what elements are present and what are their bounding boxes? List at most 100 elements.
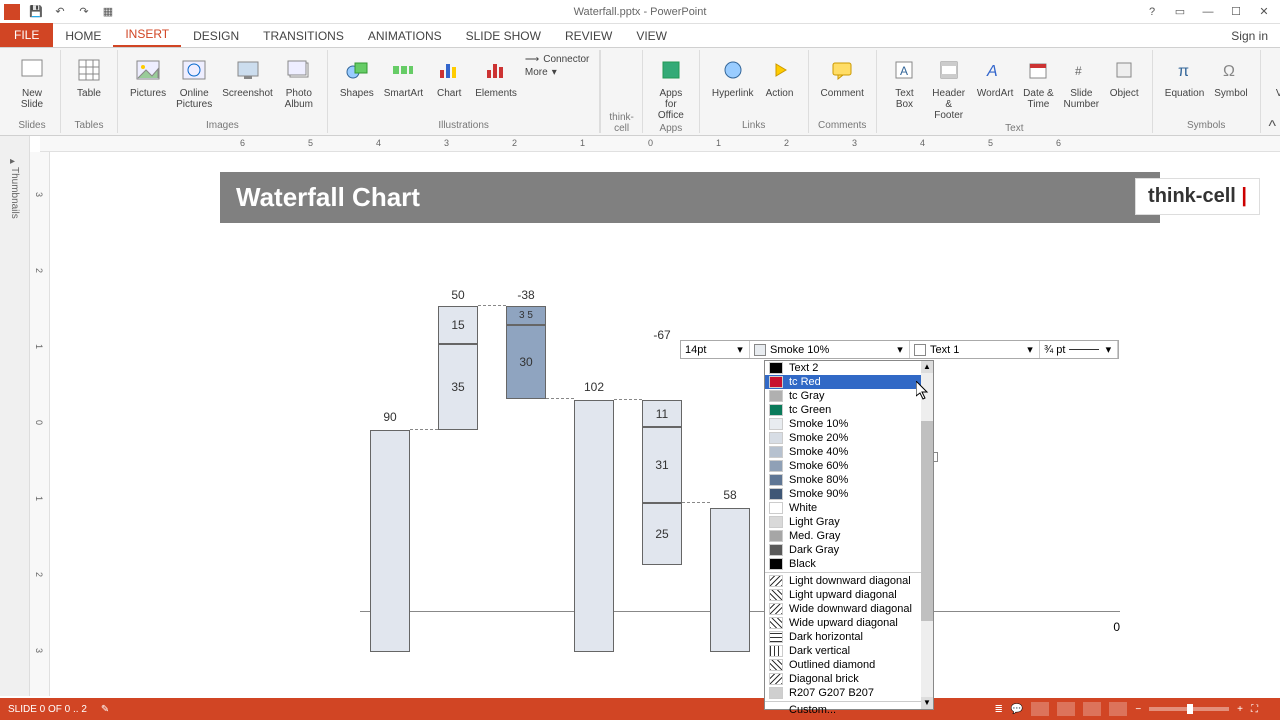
tab-design[interactable]: DESIGN: [181, 25, 251, 47]
file-tab[interactable]: FILE: [0, 23, 53, 47]
chart-button[interactable]: Chart: [429, 52, 469, 120]
textbox-button[interactable]: ATextBox: [885, 52, 924, 123]
view-normal[interactable]: [1031, 702, 1049, 716]
zoom-out[interactable]: −: [1135, 704, 1141, 715]
fill-option[interactable]: Smoke 10%: [765, 417, 933, 431]
hyperlink-button[interactable]: Hyperlink: [708, 52, 758, 120]
fill-option[interactable]: Wide downward diagonal: [765, 602, 933, 616]
fill-option[interactable]: Text 2: [765, 361, 933, 375]
smartart-button[interactable]: SmartArt: [380, 52, 427, 120]
comment-button[interactable]: Comment: [817, 52, 868, 120]
minimize-icon[interactable]: —: [1198, 4, 1218, 20]
view-slideshow[interactable]: [1109, 702, 1127, 716]
fill-option[interactable]: Smoke 90%: [765, 487, 933, 501]
fill-option[interactable]: R207 G207 B207: [765, 686, 933, 700]
fill-option[interactable]: Dark Gray: [765, 543, 933, 557]
equation-button[interactable]: πEquation: [1161, 52, 1208, 120]
tab-view[interactable]: VIEW: [624, 25, 679, 47]
bar-segment[interactable]: [370, 430, 410, 652]
tab-transitions[interactable]: TRANSITIONS: [251, 25, 356, 47]
tab-review[interactable]: REVIEW: [553, 25, 624, 47]
zoom-slider[interactable]: [1149, 707, 1229, 711]
fill-option[interactable]: tc Gray: [765, 389, 933, 403]
fill-option[interactable]: tc Green: [765, 403, 933, 417]
bar-segment[interactable]: 30: [506, 325, 546, 399]
dropdown-scrollbar[interactable]: ▲ ▼: [921, 361, 933, 709]
tab-slideshow[interactable]: SLIDE SHOW: [454, 25, 553, 47]
fill-option[interactable]: White: [765, 501, 933, 515]
fill-option[interactable]: Smoke 60%: [765, 459, 933, 473]
text-color-combo[interactable]: Text 1▾: [910, 341, 1040, 358]
header-footer-button[interactable]: Header& Footer: [926, 52, 971, 123]
action-button[interactable]: Action: [760, 52, 800, 120]
scroll-thumb[interactable]: [921, 421, 933, 621]
undo-icon[interactable]: ↶: [52, 4, 68, 20]
fill-option[interactable]: Smoke 20%: [765, 431, 933, 445]
fill-option[interactable]: Smoke 80%: [765, 473, 933, 487]
maximize-icon[interactable]: ☐: [1226, 4, 1246, 20]
online-pictures-button[interactable]: OnlinePictures: [172, 52, 216, 120]
bar-segment[interactable]: 15: [438, 306, 478, 344]
tab-home[interactable]: HOME: [53, 25, 113, 47]
fill-option[interactable]: Dark horizontal: [765, 630, 933, 644]
close-icon[interactable]: ✕: [1254, 4, 1274, 20]
thinkcell-toolbar[interactable]: ▾ Smoke 10%▾ Text 1▾ ¾ pt▾: [680, 340, 1119, 359]
bar-segment[interactable]: [710, 508, 750, 652]
slide-number-button[interactable]: #SlideNumber: [1060, 52, 1103, 123]
more-button[interactable]: More▾: [525, 67, 589, 78]
notes-button[interactable]: ≣: [994, 704, 1002, 715]
fill-option[interactable]: Light downward diagonal: [765, 574, 933, 588]
screenshot-button[interactable]: Screenshot: [218, 52, 277, 120]
photo-album-button[interactable]: PhotoAlbum: [279, 52, 319, 120]
fill-option[interactable]: Light Gray: [765, 515, 933, 529]
waterfall-chart[interactable]: 90 50 35 15 -38 3 5 30 102 -67 11 31 25 …: [360, 272, 1120, 652]
spellcheck-icon[interactable]: ✎: [101, 704, 109, 715]
redo-icon[interactable]: ↷: [76, 4, 92, 20]
zoom-in[interactable]: +: [1237, 704, 1243, 715]
ribbon-display-icon[interactable]: ▭: [1170, 4, 1190, 20]
fill-option[interactable]: Custom...: [765, 703, 933, 717]
save-icon[interactable]: 💾: [28, 4, 44, 20]
bar-segment[interactable]: [574, 400, 614, 652]
fill-option[interactable]: Smoke 40%: [765, 445, 933, 459]
fill-dropdown[interactable]: Text 2tc Redtc Graytc GreenSmoke 10%Smok…: [764, 360, 934, 710]
symbol-button[interactable]: ΩSymbol: [1210, 52, 1251, 120]
datetime-button[interactable]: Date &Time: [1019, 52, 1058, 123]
bar-segment[interactable]: 31: [642, 427, 682, 503]
view-sorter[interactable]: [1057, 702, 1075, 716]
shapes-button[interactable]: Shapes: [336, 52, 378, 120]
font-size-combo[interactable]: ▾: [681, 341, 750, 358]
bar-segment[interactable]: 11: [642, 400, 682, 427]
slide-title[interactable]: Waterfall Chart think-cell |: [220, 172, 1160, 223]
scroll-up-icon[interactable]: ▲: [921, 361, 933, 373]
fill-option[interactable]: Med. Gray: [765, 529, 933, 543]
comments-button[interactable]: 💬: [1011, 704, 1023, 715]
scroll-down-icon[interactable]: ▼: [921, 697, 933, 709]
view-reading[interactable]: [1083, 702, 1101, 716]
bar-segment[interactable]: 3 5: [506, 306, 546, 325]
fill-option[interactable]: Black: [765, 557, 933, 571]
table-button[interactable]: Table: [69, 52, 109, 120]
video-button[interactable]: Video: [1269, 52, 1280, 120]
fill-option[interactable]: Dark vertical: [765, 644, 933, 658]
slide[interactable]: Waterfall Chart think-cell | 90 50 35 15…: [220, 172, 1160, 692]
wordart-button[interactable]: AWordArt: [973, 52, 1017, 123]
bar-segment[interactable]: 25: [642, 503, 682, 565]
tab-animations[interactable]: ANIMATIONS: [356, 25, 454, 47]
fill-option[interactable]: Outlined diamond: [765, 658, 933, 672]
slide-area[interactable]: Waterfall Chart think-cell | 90 50 35 15…: [50, 152, 1270, 696]
new-slide-button[interactable]: NewSlide: [12, 52, 52, 120]
collapse-ribbon-icon[interactable]: ^: [1268, 118, 1276, 136]
connector-button[interactable]: ⟶Connector: [525, 54, 589, 65]
thumbnails-toggle[interactable]: ▸Thumbnails: [0, 136, 30, 696]
fill-option[interactable]: Wide upward diagonal: [765, 616, 933, 630]
bar-segment[interactable]: 35: [438, 344, 478, 430]
fit-window[interactable]: ⛶: [1251, 704, 1258, 715]
pictures-button[interactable]: Pictures: [126, 52, 170, 120]
fill-option[interactable]: tc Red: [765, 375, 933, 389]
apps-office-button[interactable]: Apps forOffice: [651, 52, 691, 123]
elements-button[interactable]: Elements: [471, 52, 521, 120]
object-button[interactable]: Object: [1105, 52, 1144, 123]
line-weight-combo[interactable]: ¾ pt▾: [1040, 341, 1118, 358]
help-icon[interactable]: ?: [1142, 4, 1162, 20]
